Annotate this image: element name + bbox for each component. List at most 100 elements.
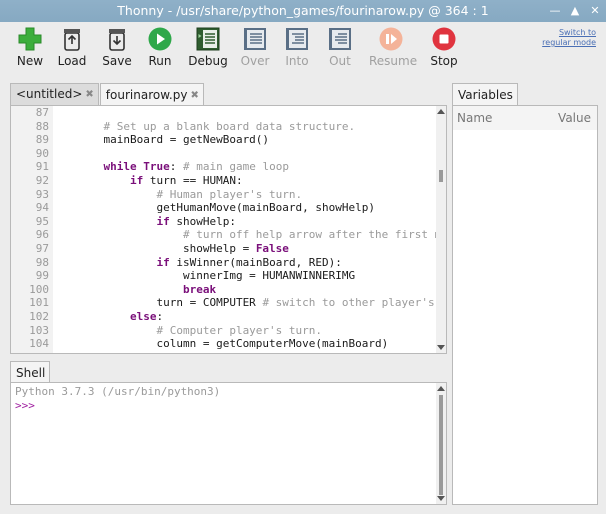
jar-save-icon [109, 29, 125, 51]
play-icon [148, 27, 172, 51]
code-line: if isWinner(mainBoard, RED): [156, 255, 342, 269]
line-number: 92 [35, 173, 49, 187]
new-label: New [16, 54, 44, 68]
line-number: 96 [35, 228, 49, 242]
toolbar: New Load Save Run Debug Over Into Out Re… [0, 22, 606, 78]
scroll-down-icon[interactable] [437, 345, 445, 350]
line-number: 89 [35, 133, 49, 147]
code-line: # Human player's turn. [77, 187, 303, 201]
title-bar: Thonny - /usr/share/python_games/fourina… [0, 0, 606, 22]
code-line: showHelp = False [77, 241, 289, 255]
close-tab-icon[interactable]: ✖ [190, 85, 198, 106]
variables-tabs: Variables [452, 83, 519, 106]
step-out-icon [329, 28, 351, 50]
debug-button[interactable]: Debug [186, 26, 230, 68]
scroll-up-icon[interactable] [437, 109, 445, 114]
switch-mode-link[interactable]: Switch to regular mode [542, 28, 596, 48]
code-line: # turn off help arrow after the first mo… [77, 228, 437, 242]
code-line: while True: # main game loop [103, 160, 289, 174]
editor-scrollbar[interactable] [436, 106, 446, 353]
code-line: else: [129, 309, 164, 323]
tab-untitled-label: <untitled> [16, 87, 83, 101]
line-number: 93 [35, 187, 49, 201]
variables-panel[interactable]: Name Value [452, 105, 598, 505]
step-out-button[interactable]: Out [318, 26, 362, 68]
load-button[interactable]: Load [50, 26, 94, 68]
code-line: if turn == HUMAN: [129, 173, 243, 187]
shell-prompt[interactable]: >>> [11, 399, 446, 413]
out-label: Out [329, 54, 351, 68]
switch-mode-line1: Switch to [558, 28, 596, 37]
window-title: Thonny - /usr/share/python_games/fourina… [117, 3, 489, 18]
code-line: break [182, 282, 217, 296]
scrollbar-thumb[interactable] [439, 395, 443, 495]
line-number: 100 [29, 282, 49, 296]
debug-icon [196, 27, 220, 51]
step-into-icon [286, 28, 308, 50]
scrollbar-thumb[interactable] [439, 170, 443, 182]
line-number: 94 [35, 201, 49, 215]
shell-tabs: Shell [10, 361, 51, 384]
line-number: 103 [29, 323, 49, 337]
resume-label: Resume [369, 54, 418, 68]
tab-fourinarow-label: fourinarow.py [105, 87, 188, 102]
code-line: turn = COMPUTER # switch to other player… [77, 296, 437, 310]
line-number: 102 [29, 309, 49, 323]
stop-button[interactable]: Stop [422, 26, 466, 68]
tab-shell[interactable]: Shell [10, 361, 51, 384]
line-number: 91 [35, 160, 49, 174]
code-line: mainBoard = getNewBoard() [77, 133, 270, 147]
code-line: winnerImg = HUMANWINNERIMG [77, 269, 356, 283]
save-label: Save [102, 54, 132, 68]
line-number: 104 [29, 337, 49, 351]
code-line: getHumanMove(mainBoard, showHelp) [77, 201, 376, 215]
scroll-up-icon[interactable] [437, 386, 445, 391]
variables-header: Name Value [453, 106, 597, 130]
editor-tabs: <untitled> ✖ fourinarow.py ✖ [10, 83, 205, 106]
code-editor[interactable]: 87 88 89 90 91 92 93 94 95 96 97 98 99 1… [10, 105, 447, 354]
step-over-button[interactable]: Over [233, 26, 277, 68]
shell-banner: Python 3.7.3 (/usr/bin/python3) [15, 385, 221, 398]
stop-label: Stop [430, 54, 458, 68]
maximize-icon[interactable]: ▲ [568, 4, 582, 18]
line-number: 98 [35, 255, 49, 269]
variables-value-column[interactable]: Value [558, 111, 591, 125]
code-line: if showHelp: [156, 214, 236, 228]
tab-fourinarow[interactable]: fourinarow.py ✖ [99, 83, 204, 106]
run-label: Run [148, 54, 172, 68]
tab-shell-label: Shell [16, 365, 46, 380]
scroll-down-icon[interactable] [437, 496, 445, 501]
step-over-icon [244, 28, 266, 50]
close-icon[interactable]: ✕ [588, 4, 602, 18]
new-button[interactable]: New [8, 26, 52, 68]
code-line: # Computer player's turn. [77, 323, 323, 337]
line-number: 95 [35, 214, 49, 228]
run-button[interactable]: Run [138, 26, 182, 68]
code-line: column = getComputerMove(mainBoard) [77, 337, 389, 351]
save-button[interactable]: Save [95, 26, 139, 68]
tab-untitled[interactable]: <untitled> ✖ [10, 83, 99, 105]
resume-button[interactable]: Resume [369, 26, 417, 68]
plus-icon [18, 27, 42, 51]
tab-variables[interactable]: Variables [452, 83, 518, 106]
close-tab-icon[interactable]: ✖ [85, 84, 93, 105]
line-number: 90 [35, 146, 49, 160]
code-line: # Set up a blank board data structure. [77, 119, 356, 133]
minimize-icon[interactable]: — [548, 4, 562, 18]
line-number: 87 [35, 106, 49, 119]
step-into-button[interactable]: Into [275, 26, 319, 68]
window-controls: — ▲ ✕ [548, 0, 602, 22]
shell-scrollbar[interactable] [436, 383, 446, 504]
resume-icon [379, 27, 403, 51]
line-number-gutter: 87 88 89 90 91 92 93 94 95 96 97 98 99 1… [11, 106, 53, 353]
variables-name-column[interactable]: Name [457, 111, 492, 125]
line-number: 97 [35, 241, 49, 255]
shell-panel[interactable]: Python 3.7.3 (/usr/bin/python3) >>> [10, 382, 447, 505]
tab-variables-label: Variables [458, 87, 513, 102]
jar-open-icon [64, 29, 80, 51]
line-number: 99 [35, 269, 49, 283]
switch-mode-line2: regular mode [542, 38, 596, 47]
code-area[interactable]: # Set up a blank board data structure. m… [77, 106, 437, 353]
